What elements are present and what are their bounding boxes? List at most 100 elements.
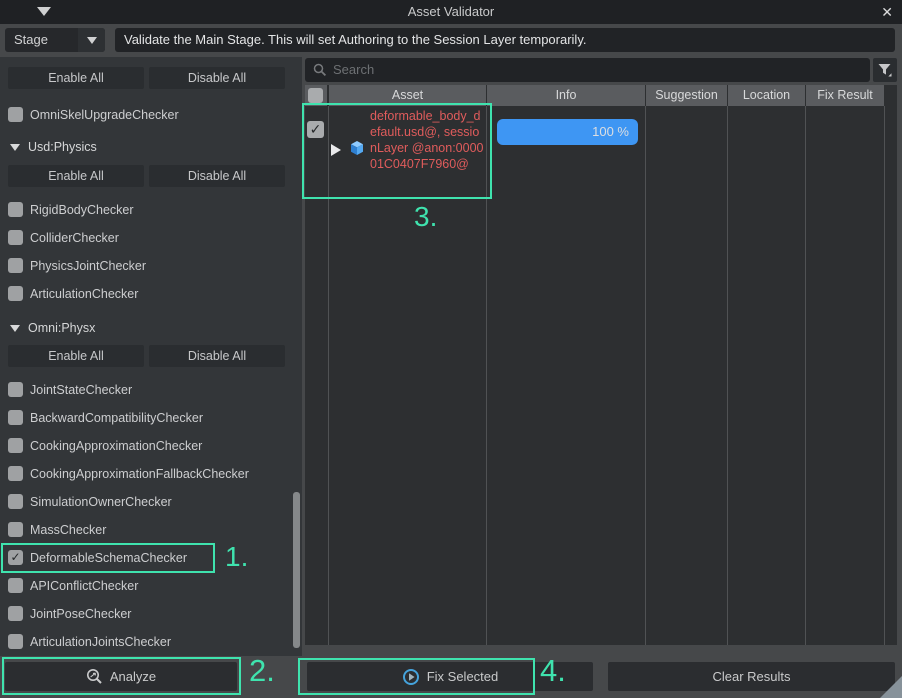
column-header-location[interactable]: Location: [728, 85, 805, 106]
checkbox[interactable]: [8, 410, 23, 425]
enable-all-button[interactable]: Enable All: [8, 165, 144, 187]
checker-row-physicsjointchecker: PhysicsJointChecker: [0, 252, 302, 280]
filter-button[interactable]: [873, 58, 897, 82]
checker-row-jointposechecker: JointPoseChecker: [0, 600, 302, 628]
close-icon[interactable]: ✕: [881, 0, 893, 24]
checkbox[interactable]: ✓: [8, 550, 23, 565]
checkbox[interactable]: [8, 382, 23, 397]
result-row-checkbox[interactable]: ✓: [307, 121, 324, 138]
enable-all-button[interactable]: Enable All: [8, 67, 144, 89]
section-header-usd-physics[interactable]: Usd:Physics: [0, 133, 302, 161]
validation-mode-dropdown[interactable]: Stage: [5, 28, 105, 52]
checker-row-deformableschemachecker: ✓ DeformableSchemaChecker: [0, 544, 302, 572]
checker-row-cookingapproximationchecker: CookingApproximationChecker: [0, 432, 302, 460]
asset-cell[interactable]: deformable_body_default.usd@, sessionLay…: [370, 108, 485, 172]
checker-row-jointstatechecker: JointStateChecker: [0, 376, 302, 404]
expand-arrow-icon[interactable]: [331, 144, 341, 156]
disable-all-button[interactable]: Disable All: [149, 345, 285, 367]
checker-label: JointStateChecker: [30, 376, 132, 404]
clear-results-button[interactable]: Clear Results: [608, 662, 895, 691]
collapse-triangle-icon: [10, 325, 20, 332]
progress-bar: 100 %: [497, 119, 638, 145]
checker-row-omniskelupgradechecker: OmniSkelUpgradeChecker: [0, 101, 302, 129]
section-label: Omni:Physx: [28, 314, 95, 342]
column-divider: [328, 106, 329, 645]
asset-validator-window: Asset Validator ✕ Stage Validate the Mai…: [0, 0, 902, 698]
checker-label: ArticulationChecker: [30, 280, 138, 308]
checker-label: ArticulationJointsChecker: [30, 628, 171, 656]
chevron-down-icon: [87, 37, 97, 44]
checker-row-colliderchecker: ColliderChecker: [0, 224, 302, 252]
checker-row-simulationownerchecker: SimulationOwnerChecker: [0, 488, 302, 516]
checkbox[interactable]: [8, 634, 23, 649]
checker-label: CookingApproximationFallbackChecker: [30, 460, 249, 488]
column-divider: [884, 106, 885, 645]
search-input[interactable]: Search: [305, 58, 870, 82]
column-header-fix-result[interactable]: Fix Result: [806, 85, 884, 106]
checkbox[interactable]: [8, 107, 23, 122]
checker-label: PhysicsJointChecker: [30, 252, 146, 280]
checker-label: ColliderChecker: [30, 224, 119, 252]
analyze-button[interactable]: Analyze: [5, 662, 237, 691]
search-placeholder: Search: [333, 58, 374, 82]
section-label: Usd:Physics: [28, 133, 97, 161]
analyze-label: Analyze: [110, 669, 156, 684]
checker-label: SimulationOwnerChecker: [30, 488, 172, 516]
checker-row-articulationjointschecker: ArticulationJointsChecker: [0, 628, 302, 656]
disable-all-button[interactable]: Disable All: [149, 67, 285, 89]
checker-list: Enable AllDisable AllOmniSkelUpgradeChec…: [0, 57, 302, 656]
column-divider: [486, 106, 487, 645]
column-header-asset[interactable]: Asset: [329, 85, 486, 106]
checkbox[interactable]: [8, 522, 23, 537]
filter-funnel-icon: [877, 62, 893, 78]
column-divider: [645, 106, 646, 645]
collapse-triangle-icon: [10, 144, 20, 151]
title-bar: Asset Validator ✕: [0, 0, 902, 24]
search-icon: [313, 63, 327, 77]
column-header-info[interactable]: Info: [487, 85, 645, 106]
fix-play-icon: [402, 668, 420, 686]
checker-row-apiconflictchecker: APIConflictChecker: [0, 572, 302, 600]
checkbox[interactable]: [8, 466, 23, 481]
checker-row-masschecker: MassChecker: [0, 516, 302, 544]
checkbox[interactable]: [8, 606, 23, 621]
results-table: ✓ deformable_body_default.usd@, sessionL…: [305, 85, 897, 645]
checker-label: OmniSkelUpgradeChecker: [30, 101, 179, 129]
progress-value: 100 %: [592, 119, 629, 145]
clear-results-label: Clear Results: [712, 669, 790, 684]
enable-all-button[interactable]: Enable All: [8, 345, 144, 367]
checkbox[interactable]: [8, 438, 23, 453]
select-all-cell: [305, 85, 327, 106]
analyze-magnifier-icon: [86, 668, 103, 685]
checkbox[interactable]: [8, 494, 23, 509]
checker-row-backwardcompatibilitychecker: BackwardCompatibilityChecker: [0, 404, 302, 432]
checker-row-articulationchecker: ArticulationChecker: [0, 280, 302, 308]
checker-label: RigidBodyChecker: [30, 196, 134, 224]
checkbox[interactable]: [8, 578, 23, 593]
column-divider: [727, 106, 728, 645]
checker-row-cookingapproximationfallbackchecker: CookingApproximationFallbackChecker: [0, 460, 302, 488]
select-all-checkbox[interactable]: [308, 88, 323, 103]
layer-icon: [349, 140, 365, 157]
checker-label: CookingApproximationChecker: [30, 432, 202, 460]
checker-row-rigidbodychecker: RigidBodyChecker: [0, 196, 302, 224]
resize-grip[interactable]: [880, 676, 902, 698]
window-title: Asset Validator: [0, 0, 902, 24]
checker-label: MassChecker: [30, 516, 106, 544]
checker-label: APIConflictChecker: [30, 572, 138, 600]
checkbox[interactable]: [8, 202, 23, 217]
fix-selected-button[interactable]: Fix Selected: [307, 662, 593, 691]
checker-list-scrollbar[interactable]: [293, 492, 300, 648]
checker-label: BackwardCompatibilityChecker: [30, 404, 203, 432]
disable-all-button[interactable]: Disable All: [149, 165, 285, 187]
section-header-omni-physx[interactable]: Omni:Physx: [0, 314, 302, 342]
description-field: Validate the Main Stage. This will set A…: [115, 28, 895, 52]
checker-label: DeformableSchemaChecker: [30, 544, 187, 572]
checkbox[interactable]: [8, 258, 23, 273]
checkbox[interactable]: [8, 230, 23, 245]
column-header-suggestion[interactable]: Suggestion: [646, 85, 727, 106]
column-divider: [805, 106, 806, 645]
checkbox[interactable]: [8, 286, 23, 301]
validation-mode-value: Stage: [14, 28, 48, 52]
fix-selected-label: Fix Selected: [427, 669, 499, 684]
